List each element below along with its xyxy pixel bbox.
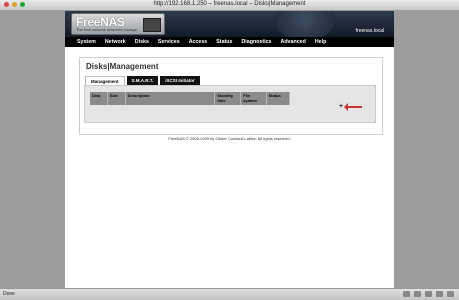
column-header-disk: Disk (90, 92, 108, 105)
addon-icon[interactable] (447, 291, 454, 297)
nav-access[interactable]: Access (189, 39, 208, 45)
tab-content: Disk Size Description Standby time File … (84, 85, 376, 123)
arrow-pointer-icon (344, 103, 362, 111)
window-title: http://192.168.1.250 – freenas.local – D… (153, 1, 306, 7)
nav-diagnostics[interactable]: Diagnostics (241, 39, 271, 45)
nav-system[interactable]: System (77, 39, 96, 45)
window-titlebar: http://192.168.1.250 – freenas.local – D… (0, 0, 459, 11)
disks-table: Disk Size Description Standby time File … (90, 92, 290, 105)
page-title: Disks|Management (86, 62, 159, 71)
nav-status[interactable]: Status (216, 39, 232, 45)
column-header-standby-time: Standby time (214, 92, 242, 105)
nav-help[interactable]: Help (315, 39, 326, 45)
addon-icon[interactable] (403, 291, 410, 297)
nav-advanced[interactable]: Advanced (281, 39, 306, 45)
nav-services[interactable]: Services (158, 39, 180, 45)
server-icon (143, 18, 161, 32)
hostname-label: freenas.local (355, 28, 384, 34)
disk-graphic (275, 11, 335, 37)
column-header-size: Size (107, 92, 126, 105)
footer-copyright: FreeNAS © 2005-2009 by Olivier Cochard-L… (168, 136, 291, 141)
add-disk-button[interactable]: + (339, 103, 343, 110)
main-nav: System Network Disks Services Access Sta… (65, 37, 394, 47)
freenas-logo[interactable]: FreeNAS The free network attached storag… (71, 13, 165, 35)
tab-iscsi-initiator[interactable]: iSCSI Initiator (160, 76, 200, 85)
status-text: Done (3, 291, 15, 297)
addon-icon[interactable] (436, 291, 443, 297)
addon-icon[interactable] (425, 291, 432, 297)
statusbar-icons (403, 291, 454, 297)
logo-tagline: The free network attached storage (76, 27, 137, 32)
browser-statusbar: Done (0, 288, 459, 300)
table-header-row: Disk Size Description Standby time File … (90, 92, 290, 105)
disks-panel: Disks|Management Management S.M.A.R.T. i… (79, 57, 383, 135)
header-banner: FreeNAS The free network attached storag… (65, 11, 394, 37)
addon-icon[interactable] (414, 291, 421, 297)
nav-disks[interactable]: Disks (135, 39, 149, 45)
column-header-description: Description (125, 92, 216, 105)
column-header-file-system: File system (240, 92, 267, 105)
column-header-status: Status (266, 92, 290, 105)
tab-smart[interactable]: S.M.A.R.T. (126, 76, 159, 85)
background-right (394, 11, 459, 289)
nav-network[interactable]: Network (105, 39, 126, 45)
page-content: FreeNAS The free network attached storag… (65, 11, 394, 289)
background-left (0, 11, 65, 289)
